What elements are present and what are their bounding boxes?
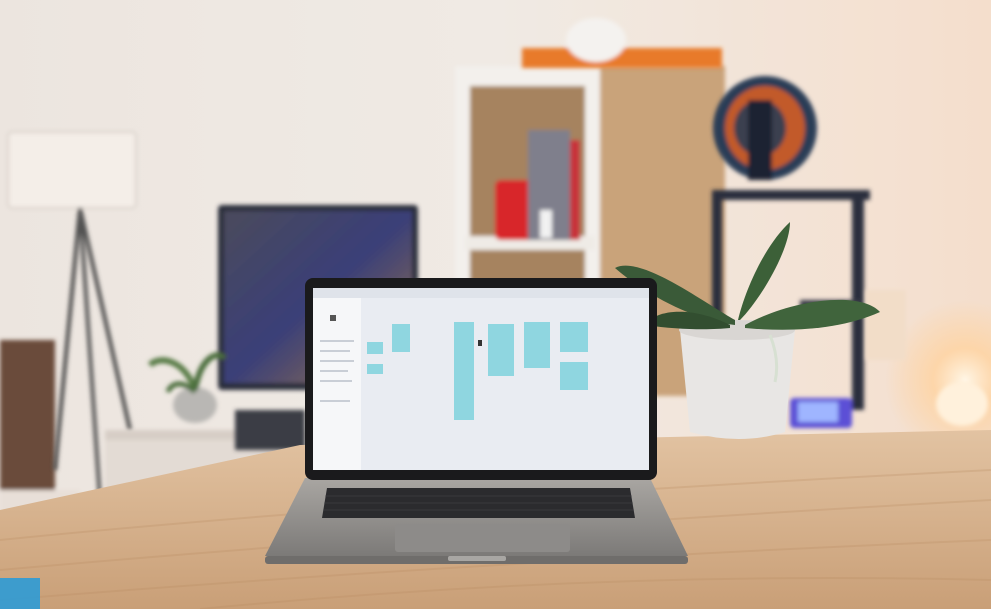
photo [0, 0, 991, 609]
laptop [265, 278, 688, 564]
trackpad [395, 524, 570, 552]
photo-scene [0, 0, 991, 609]
screen-sidebar [313, 298, 361, 470]
blue-corner-object [0, 578, 40, 609]
filament-spool [713, 76, 817, 180]
laptop-screen [313, 288, 649, 470]
